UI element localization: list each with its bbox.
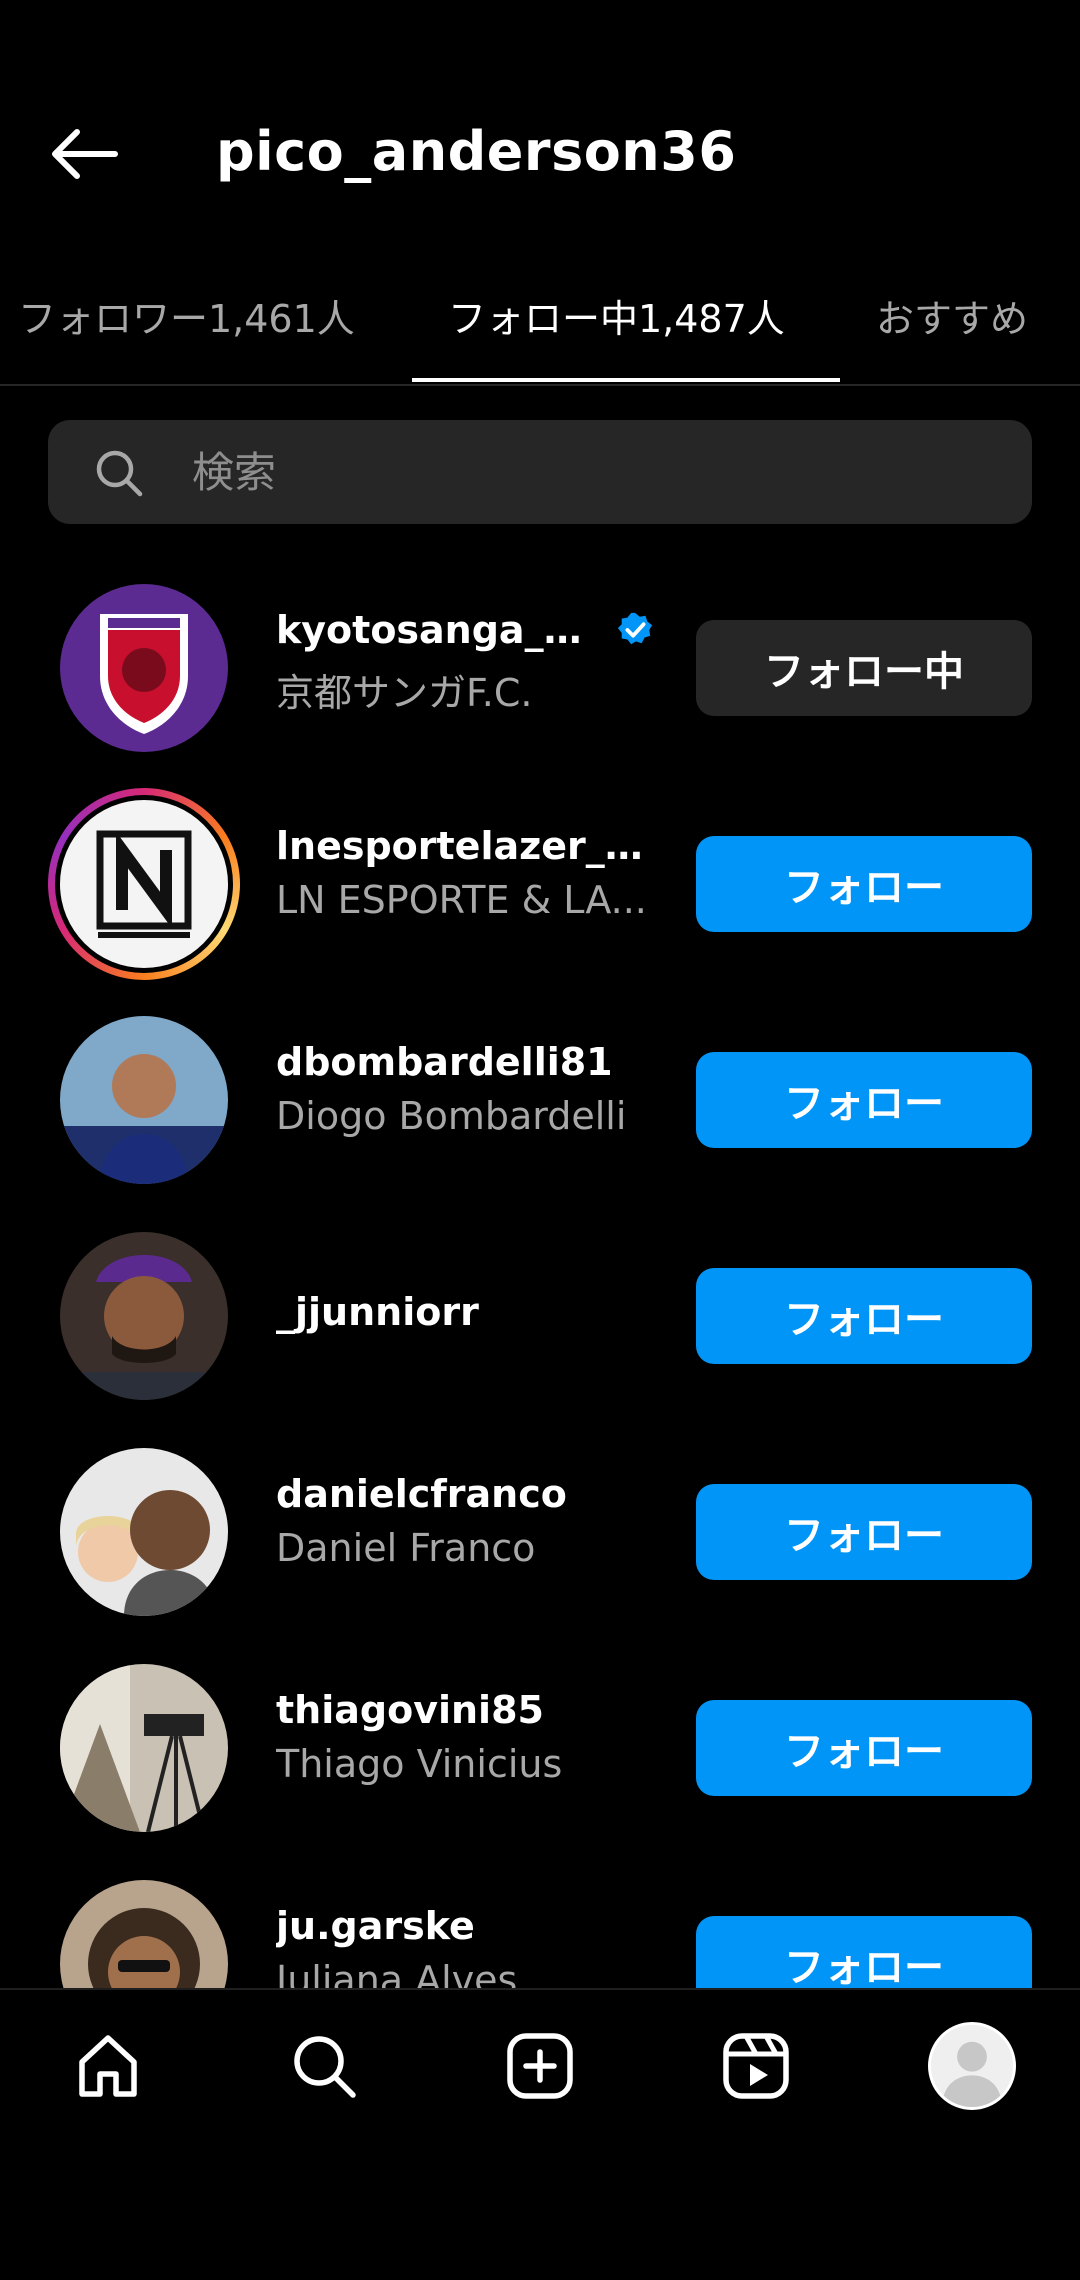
create-icon[interactable] [492,2018,588,2114]
username: dbombardelli81 [276,1040,613,1084]
follow-button[interactable]: フォロー [696,1484,1032,1580]
username: ju.garske [276,1904,475,1948]
profile-nav-button[interactable] [924,2018,1020,2114]
avatar [60,800,228,968]
follow-button[interactable]: フォロー [696,1268,1032,1364]
search-input[interactable] [192,420,992,524]
full-name: Daniel Franco [276,1526,536,1570]
tab-following[interactable]: フォロー中1,487人 [448,288,785,343]
list-item[interactable]: lnesportelazer_glo... LN ESPORTE & LA...… [0,776,1080,992]
account-info: _jjunniorr [276,1290,656,1334]
follow-button[interactable]: フォロー [696,836,1032,932]
avatar[interactable] [60,1448,228,1616]
follow-button[interactable]: フォロー [696,1700,1032,1796]
list-item[interactable]: _jjunniorr フォロー [0,1208,1080,1424]
page-title: pico_anderson36 [216,120,737,183]
profile-avatar [928,2022,1016,2110]
following-button[interactable]: フォロー中 [696,620,1032,716]
avatar[interactable] [60,1880,228,1988]
list-item[interactable]: ju.garske Juliana Alves フォロー [0,1856,1080,1988]
follow-button[interactable]: フォロー [696,1052,1032,1148]
account-info: lnesportelazer_glo... LN ESPORTE & LA... [276,824,656,922]
full-name: Juliana Alves [276,1958,518,1988]
username: kyotosanga_offi... [276,608,606,652]
account-info: dbombardelli81 Diogo Bombardelli [276,1040,656,1138]
avatar[interactable] [60,1016,228,1184]
search-icon [94,448,144,498]
account-info: ju.garske Juliana Alves [276,1904,656,1988]
home-icon[interactable] [60,2018,156,2114]
account-info: danielcfranco Daniel Franco [276,1472,656,1570]
avatar[interactable] [60,584,228,752]
full-name: Thiago Vinicius [276,1742,563,1786]
follow-button[interactable]: フォロー [696,1916,1032,1988]
username: _jjunniorr [276,1290,479,1334]
full-name: Diogo Bombardelli [276,1094,627,1138]
username: thiagovini85 [276,1688,544,1732]
story-ring[interactable] [48,788,240,980]
account-info: thiagovini85 Thiago Vinicius [276,1688,656,1786]
full-name: 京都サンガF.C. [276,671,533,715]
list-item[interactable]: danielcfranco Daniel Franco フォロー [0,1424,1080,1640]
reels-icon[interactable] [708,2018,804,2114]
bottom-navigation [0,1988,1080,2138]
following-list: kyotosanga_offi... 京都サンガF.C. フォロー中 lnesp… [0,560,1080,1988]
username: danielcfranco [276,1472,567,1516]
list-item[interactable]: dbombardelli81 Diogo Bombardelli フォロー [0,992,1080,1208]
verified-badge-icon [616,611,654,649]
search-bar [48,420,1032,524]
account-info: kyotosanga_offi... 京都サンガF.C. [276,608,656,717]
full-name: LN ESPORTE & LA... [276,878,647,922]
back-arrow-icon[interactable] [44,114,124,194]
active-tab-indicator [412,378,840,382]
list-item[interactable]: kyotosanga_offi... 京都サンガF.C. フォロー中 [0,560,1080,776]
avatar[interactable] [60,1232,228,1400]
search-icon[interactable] [276,2018,372,2114]
follow-tabs: フォロワー1,461人 フォロー中1,487人 おすすめ [0,270,1080,386]
list-item[interactable]: thiagovini85 Thiago Vinicius フォロー [0,1640,1080,1856]
username: lnesportelazer_glo... [276,824,646,868]
tab-followers[interactable]: フォロワー1,461人 [18,288,355,343]
top-bar: pico_anderson36 [0,80,1080,230]
tab-suggested[interactable]: おすすめ [876,288,1028,343]
avatar[interactable] [60,1664,228,1832]
